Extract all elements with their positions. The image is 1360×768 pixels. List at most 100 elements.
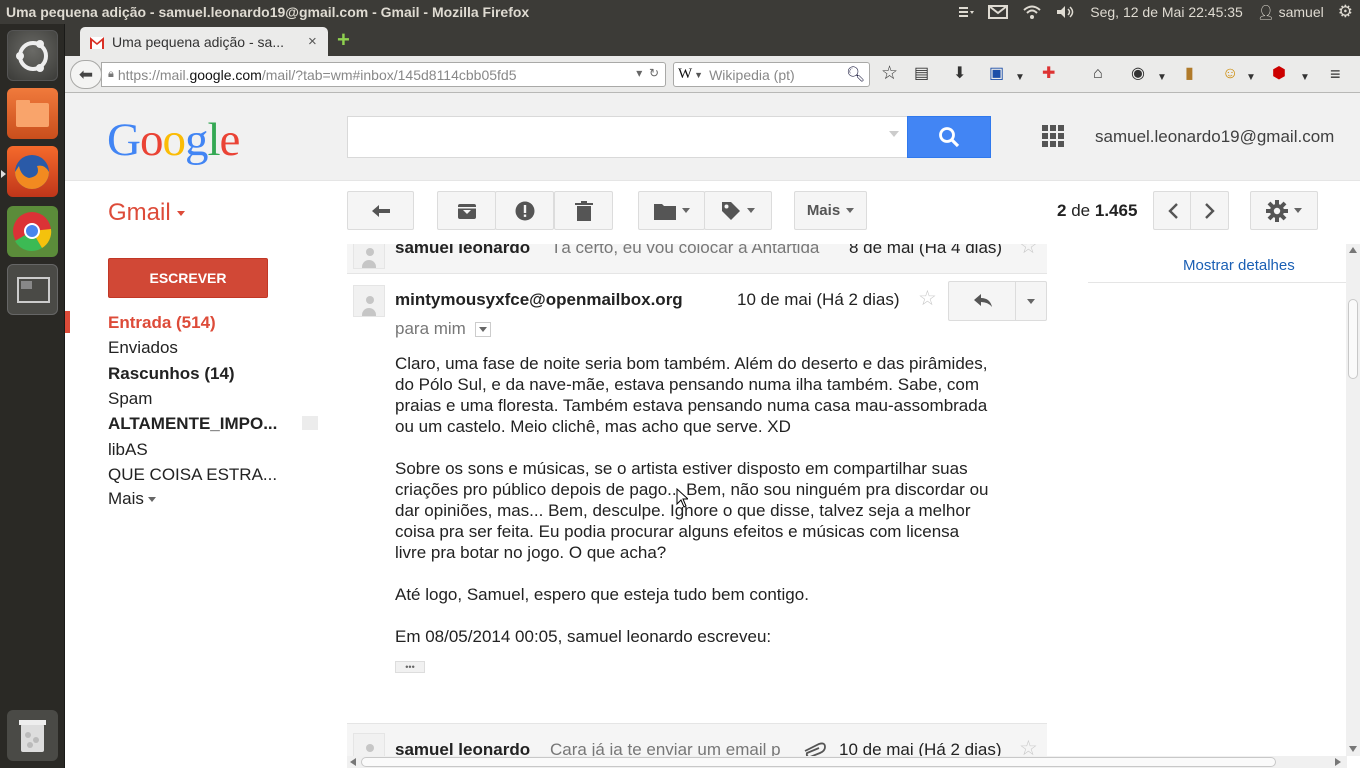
older-button[interactable] [1190,191,1229,230]
account-email[interactable]: samuel.leonardo19@gmail.com [1095,127,1334,147]
body-line: Em 08/05/2014 00:05, samuel leonardo esc… [395,627,772,646]
tab-gmail[interactable]: Uma pequena adição - sa... × [80,27,328,56]
keyboard-layout-icon[interactable] [951,0,981,24]
newer-button[interactable] [1153,191,1192,230]
apps-grid-icon[interactable] [1042,125,1064,147]
scroll-right-arrow-icon[interactable] [1335,758,1341,766]
horizontal-scrollbar[interactable] [347,756,1347,768]
greasemonkey-icon[interactable]: ◉ [1131,64,1145,84]
scroll-down-arrow-icon[interactable] [1349,746,1357,752]
search-icon[interactable]: 🔍︎ [846,65,865,83]
adblock-icon[interactable]: ⬢ [1272,64,1286,84]
settings-button[interactable] [1250,191,1318,230]
ubuntu-dash-icon[interactable] [7,30,58,81]
star-icon[interactable]: ☆ [1019,244,1038,257]
more-button[interactable]: Mais [794,191,867,230]
menu-icon[interactable]: ≡ [1330,64,1341,84]
search-options-dropdown-icon[interactable] [889,131,899,137]
show-details-link[interactable]: Mostrar detalhes [1183,257,1295,274]
back-button[interactable]: ⬅ [70,60,102,89]
report-spam-button[interactable] [495,191,554,230]
search-bar[interactable]: W ▼ Wikipedia (pt) 🔍︎ [673,62,870,87]
user-name: samuel [1278,4,1324,20]
message-snippet: Tá certo, eu vou colocar a Antártida [551,244,820,257]
addon-dropdown-icon[interactable]: ▼ [1157,68,1167,88]
scrollbar-thumb[interactable] [361,757,1276,767]
unity-launcher [0,24,65,768]
smiley-dropdown-icon[interactable]: ▼ [1246,68,1256,88]
adblock-dropdown-icon[interactable]: ▼ [1300,68,1310,88]
tab-close-icon[interactable]: × [308,33,317,50]
home-icon[interactable]: ⌂ [1093,64,1103,84]
mail-search-input[interactable] [347,116,908,158]
nav-inbox[interactable]: Entrada (514) [108,313,216,333]
nav-sent[interactable]: Enviados [108,338,178,358]
move-to-button[interactable] [638,191,705,230]
smiley-addon-icon[interactable]: ☺ [1222,64,1238,84]
volume-icon[interactable] [1049,0,1083,24]
scroll-up-arrow-icon[interactable] [1349,247,1357,253]
more-actions-button[interactable] [1015,281,1047,321]
scrollbar-thumb[interactable] [1348,299,1358,379]
scrapbook-icon[interactable]: ▮ [1185,64,1194,84]
user-menu[interactable]: 👤︎ samuel [1250,0,1331,24]
reading-list-icon[interactable]: ▤ [914,64,929,84]
trash-icon[interactable] [7,710,58,761]
reload-icon[interactable]: ▾ ↻ [636,66,659,80]
delete-button[interactable] [554,191,613,230]
clock[interactable]: Seg, 12 de Mai 22:45:35 [1083,0,1250,24]
system-top-panel: Uma pequena adição - samuel.leonardo19@g… [0,0,1360,24]
message-date[interactable]: 10 de mai (Há 2 dias) [737,290,900,310]
archive-button[interactable] [437,191,496,230]
body-line: praias e uma floresta. Também estava pen… [395,396,988,415]
scroll-left-arrow-icon[interactable] [350,758,356,766]
back-to-inbox-button[interactable] [347,191,414,230]
google-header: Google samuel.leonardo19@gmail.com [65,93,1360,181]
workspace-switcher-icon[interactable] [7,264,58,315]
gmail-menu[interactable]: Gmail [108,199,185,227]
nav-label-que-coisa[interactable]: QUE COISA ESTRA... [108,465,293,485]
gmail-toolbar: Gmail Mais 2 de 1.465 [65,181,1360,244]
bookmark-star-icon[interactable]: ☆ [881,64,898,84]
wifi-icon[interactable] [1015,0,1049,24]
body-line: ou um castelo. Meio clichê, mas acho que… [395,417,791,436]
nav-more[interactable]: Mais [108,489,156,509]
save-icon[interactable]: ▣ [989,64,1004,84]
files-icon[interactable] [7,88,58,139]
new-tab-button[interactable]: + [337,29,350,51]
star-icon[interactable]: ☆ [918,288,937,309]
firefox-icon[interactable] [7,146,58,197]
nav-label-altamente[interactable]: ALTAMENTE_IMPO... [108,414,293,434]
star-icon[interactable]: ☆ [1019,738,1038,756]
addon-icon[interactable]: ✚ [1042,64,1055,84]
show-details-dropdown-icon[interactable] [474,322,491,338]
chrome-icon[interactable] [7,206,58,257]
nav-label-libas[interactable]: libAS [108,440,148,460]
reply-button[interactable] [948,281,1017,321]
nav-drafts[interactable]: Rascunhos (14) [108,364,235,384]
running-indicator [1,170,6,178]
collapsed-message-top[interactable]: samuel leonardo Tá certo, eu vou colocar… [347,244,1047,274]
google-logo[interactable]: Google [107,113,240,167]
sender-email[interactable]: mintymousyxfce@openmailbox.org [395,290,683,310]
compose-button[interactable]: ESCREVER [108,258,268,298]
recipient-line[interactable]: para mim [395,319,491,339]
lock-icon: 🔒︎ [108,68,114,80]
nav-spam[interactable]: Spam [108,389,152,409]
collapsed-message-bottom[interactable]: samuel leonardo Cara já ia te enviar um … [347,723,1047,756]
mail-indicator-icon[interactable] [981,0,1015,24]
url-bar[interactable]: 🔒︎ https://mail.google.com/mail/?tab=wm#… [101,62,666,87]
downloads-icon[interactable]: ⬇ [953,64,966,84]
body-line: Sobre os sons e músicas, se o artista es… [395,459,968,478]
archive-icon [457,203,476,219]
session-gear-icon[interactable]: ⚙︎ [1331,0,1360,24]
vertical-scrollbar[interactable] [1346,244,1360,756]
label-icon [722,201,740,220]
gear-icon [1266,199,1288,222]
label-color-swatch[interactable] [302,416,318,430]
pagination-info: 2 de 1.465 [1057,201,1138,220]
labels-button[interactable] [704,191,772,230]
show-quoted-text-button[interactable]: ••• [395,661,425,673]
save-dropdown-icon[interactable]: ▼ [1015,68,1025,88]
search-button[interactable] [907,116,991,158]
